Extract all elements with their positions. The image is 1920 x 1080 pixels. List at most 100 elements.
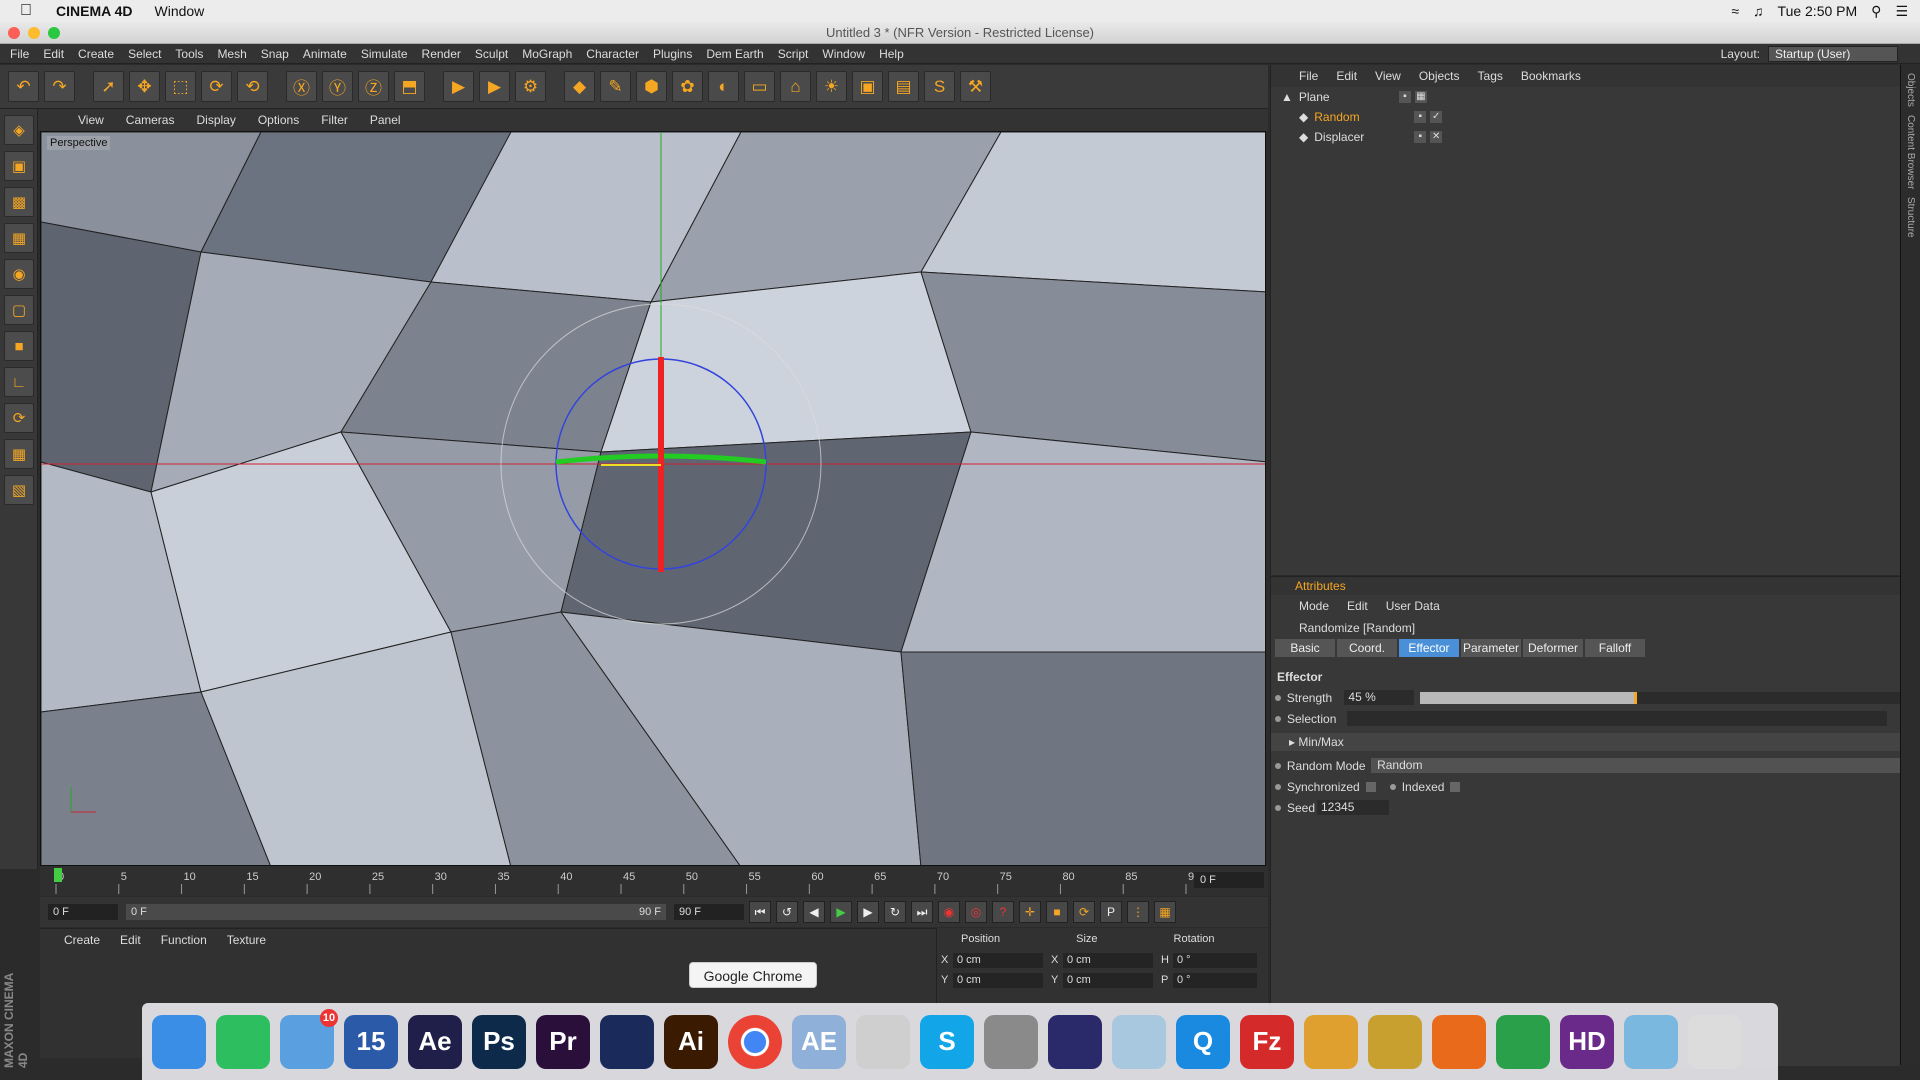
position-x-field[interactable]: 0 cm	[953, 952, 1043, 968]
dock-app-video[interactable]	[1048, 1014, 1102, 1069]
key-position-icon[interactable]: ✛	[1019, 901, 1041, 923]
dock-app-cinema-4d[interactable]	[600, 1014, 654, 1069]
viewport-menu-filter[interactable]: Filter	[321, 113, 348, 127]
dock-app-illustrator[interactable]: Ai	[664, 1014, 718, 1069]
material-menu-create[interactable]: Create	[64, 933, 100, 947]
dock-app-calendar[interactable]: 15	[344, 1014, 398, 1069]
side-tab-structure[interactable]: Structure	[1905, 197, 1916, 238]
menu-mesh[interactable]: Mesh	[217, 47, 246, 61]
minmax-group[interactable]: ▸ Min/Max	[1271, 733, 1900, 751]
spotlight-icon[interactable]: ⚲	[1871, 3, 1881, 20]
editor-visibility-icon[interactable]: ▪	[1414, 131, 1427, 143]
subdivision-icon[interactable]: ⬢	[636, 71, 667, 102]
select-icon[interactable]: ➚	[93, 71, 124, 102]
dock-app-filezilla[interactable]: Fz	[1240, 1014, 1294, 1069]
animate-dot-icon[interactable]	[1275, 694, 1281, 701]
points-mode-icon[interactable]: ◉	[4, 259, 34, 289]
object-menu-view[interactable]: View	[1375, 69, 1401, 83]
selection-link-field[interactable]	[1347, 711, 1887, 726]
viewport-menu-options[interactable]: Options	[258, 113, 299, 127]
texture-mode-icon[interactable]: ▩	[4, 187, 34, 217]
dock-app-skype[interactable]: S	[920, 1014, 974, 1069]
apple-icon[interactable]: 	[20, 2, 40, 20]
y-axis-icon[interactable]: Ⓨ	[322, 71, 353, 102]
size-y-field[interactable]: 0 cm	[1063, 972, 1153, 988]
dock-app-google-chrome[interactable]	[728, 1014, 782, 1069]
edges-mode-icon[interactable]: ▢	[4, 295, 34, 325]
viewport-menu-display[interactable]: Display	[196, 113, 235, 127]
notification-center-icon[interactable]: ☰	[1895, 3, 1908, 20]
3d-viewport[interactable]: Perspective	[40, 131, 1266, 866]
menu-edit[interactable]: Edit	[43, 47, 64, 61]
object-menu-tags[interactable]: Tags	[1478, 69, 1503, 83]
editor-visibility-icon[interactable]: ▪	[1398, 91, 1411, 103]
indexed-checkbox[interactable]	[1450, 781, 1461, 792]
object-row-random[interactable]: ◆ Random ▪ ✓	[1271, 107, 1900, 127]
key-scale-icon[interactable]: ■	[1046, 901, 1068, 923]
current-frame-field[interactable]: 0 F	[1194, 872, 1264, 888]
axis-mode-icon[interactable]: ∟	[4, 367, 34, 397]
keyframe-selection-icon[interactable]: ?	[992, 901, 1014, 923]
dock-app-transmit[interactable]	[1368, 1014, 1422, 1069]
sculpt-icon[interactable]: ⚒	[960, 71, 991, 102]
go-to-start-icon[interactable]: ⏮	[749, 901, 771, 923]
timeline-ruler[interactable]: 051015202530354045505560657075808590 0 F	[40, 866, 1268, 896]
viewport-camera-label[interactable]: Perspective	[47, 136, 111, 150]
autokey-icon[interactable]: ◎	[965, 901, 987, 923]
snap-icon[interactable]: S	[924, 71, 955, 102]
position-y-field[interactable]: 0 cm	[953, 972, 1043, 988]
tab-effector[interactable]: Effector	[1399, 639, 1459, 657]
menu-simulate[interactable]: Simulate	[361, 47, 408, 61]
play-icon[interactable]: ▶	[830, 901, 852, 923]
animate-dot-icon[interactable]	[1275, 804, 1281, 811]
previous-key-icon[interactable]: ↺	[776, 901, 798, 923]
animate-dot-icon[interactable]	[1275, 762, 1281, 769]
end-frame-field[interactable]: 90 F	[674, 904, 744, 920]
clock[interactable]: Tue 2:50 PM	[1778, 3, 1858, 19]
start-frame-field[interactable]: 0 F	[48, 904, 118, 920]
dock-app-mail[interactable]: 10	[280, 1008, 338, 1069]
dock-app-keynote[interactable]	[1304, 1014, 1358, 1069]
object-row-displacer[interactable]: ◆ Displacer ▪ ✕	[1271, 127, 1900, 147]
workplane-icon[interactable]: ▦	[4, 439, 34, 469]
record-icon[interactable]: ◉	[938, 901, 960, 923]
psr-icon[interactable]: ▤	[888, 71, 919, 102]
dock-app-system-preferences[interactable]	[984, 1014, 1038, 1069]
snapping-icon[interactable]: ⟳	[4, 403, 34, 433]
playhead[interactable]	[54, 868, 62, 882]
disabled-x-icon[interactable]: ✕	[1430, 131, 1443, 143]
light-icon[interactable]: ☀	[816, 71, 847, 102]
deformer-icon[interactable]: ◐	[708, 71, 739, 102]
dock-app-downloads[interactable]	[1624, 1014, 1678, 1069]
volume-icon[interactable]: ♫	[1753, 3, 1764, 19]
menu-file[interactable]: File	[10, 47, 29, 61]
strength-slider[interactable]	[1419, 691, 1900, 704]
animate-dot-icon[interactable]	[1389, 783, 1396, 790]
z-axis-icon[interactable]: Ⓩ	[358, 71, 389, 102]
dock-app-ae[interactable]: AE	[792, 1014, 846, 1069]
menu-create[interactable]: Create	[78, 47, 114, 61]
dock-app-firefox[interactable]	[1432, 1014, 1486, 1069]
render-view-icon[interactable]: ▶	[443, 71, 474, 102]
object-menu-edit[interactable]: Edit	[1336, 69, 1357, 83]
menu-animate[interactable]: Animate	[303, 47, 347, 61]
coordinate-system-icon[interactable]: ⬒	[394, 71, 425, 102]
rotate-last-icon[interactable]: ⟲	[237, 71, 268, 102]
go-to-end-icon[interactable]: ⏭	[911, 901, 933, 923]
dock-app-numbers[interactable]	[1496, 1014, 1550, 1069]
object-name[interactable]: Displacer	[1314, 130, 1404, 144]
attributes-menu-user-data[interactable]: User Data	[1386, 599, 1440, 613]
dock-app-evernote[interactable]	[216, 1014, 270, 1069]
menu-help[interactable]: Help	[879, 47, 904, 61]
dock-app-pencil[interactable]	[856, 1014, 910, 1069]
app-menu-title[interactable]: CINEMA 4D	[56, 3, 133, 19]
size-x-field[interactable]: 0 cm	[1063, 952, 1153, 968]
dock-app-photoshop[interactable]: Ps	[472, 1014, 526, 1069]
render-settings-icon[interactable]: ⚙	[515, 71, 546, 102]
frame-range-slider[interactable]: 0 F 90 F	[126, 904, 666, 920]
dock-app-after-effects[interactable]: Ae	[408, 1014, 462, 1069]
side-tab-objects[interactable]: Objects	[1905, 73, 1916, 107]
previous-frame-icon[interactable]: ◀	[803, 901, 825, 923]
rotate-icon[interactable]: ⟳	[201, 71, 232, 102]
pen-icon[interactable]: ✎	[600, 71, 631, 102]
